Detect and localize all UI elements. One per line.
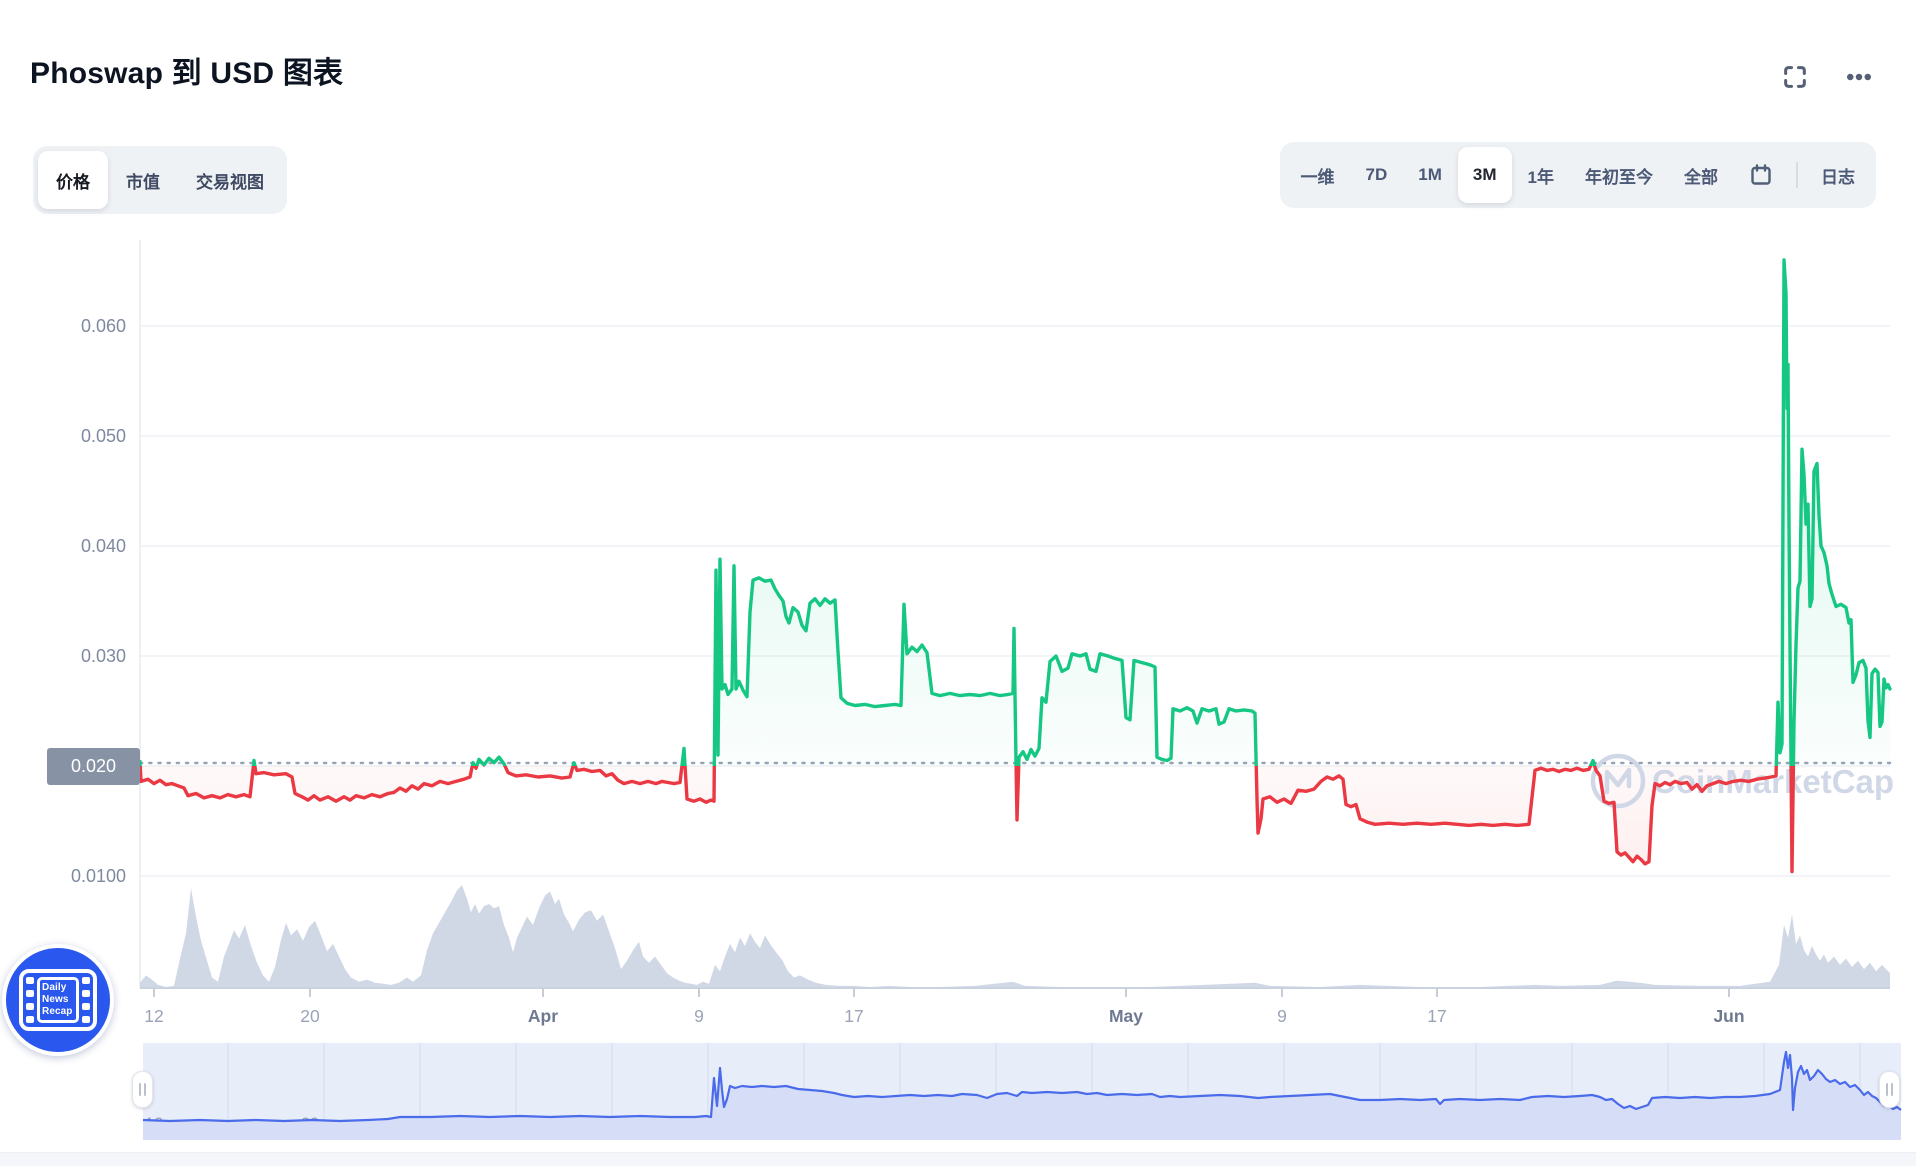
fullscreen-icon xyxy=(1781,63,1809,91)
x-tick-label: 17 xyxy=(844,1006,863,1026)
range-all-button[interactable]: 全部 xyxy=(1669,147,1733,203)
range-ytd-button[interactable]: 年初至今 xyxy=(1570,147,1668,203)
range-1y-button[interactable]: 1年 xyxy=(1513,147,1569,203)
range-1m-button[interactable]: 1M xyxy=(1403,147,1457,203)
navigator-right-handle[interactable] xyxy=(1879,1071,1900,1108)
calendar-button[interactable] xyxy=(1734,147,1788,203)
tab-market-cap[interactable]: 市值 xyxy=(108,151,178,209)
price-chart-widget: 12 20 Apr 9 17 May 9 17 Jun 0.060 0.050 0.040 0.030… xyxy=(0,0,1916,1166)
x-tick-label: 9 xyxy=(1277,1006,1287,1026)
volume-area xyxy=(140,885,1890,988)
film-screen: Daily News Recap xyxy=(37,977,79,1023)
header-actions xyxy=(1774,56,1880,98)
bottom-strip xyxy=(0,1152,1916,1166)
x-tick-label: 17 xyxy=(1427,1006,1446,1026)
tab-tradingview[interactable]: 交易视图 xyxy=(178,151,282,209)
volume-series xyxy=(140,885,1890,988)
more-options-button[interactable] xyxy=(1838,56,1880,98)
film-strip-icon: Daily News Recap xyxy=(19,969,97,1031)
y-tick-label: 0.040 xyxy=(81,536,126,556)
range-divider xyxy=(1796,162,1798,188)
x-tick-label: 20 xyxy=(300,1006,320,1026)
ellipsis-icon xyxy=(1844,62,1874,92)
time-range-bar: 一维 7D 1M 3M 1年 年初至今 全部 日志 xyxy=(1280,142,1876,208)
daily-news-recap-badge[interactable]: Daily News Recap xyxy=(2,944,114,1056)
y-tick-label: 0.0100 xyxy=(71,866,126,886)
navigator-left-handle[interactable] xyxy=(132,1071,153,1108)
y-tick-label: 0.060 xyxy=(81,316,126,336)
y-tick-label: 0.050 xyxy=(81,426,126,446)
x-tick-label: 9 xyxy=(694,1006,704,1026)
page-title: Phoswap 到 USD 图表 xyxy=(30,48,343,92)
news-badge-line: Recap xyxy=(42,1006,76,1018)
navigator[interactable]: 1220Apr917May917Jun xyxy=(143,1043,1901,1140)
chart-axes: 12 20 Apr 9 17 May 9 17 Jun xyxy=(144,988,1744,1026)
calendar-icon xyxy=(1749,163,1773,187)
log-scale-button[interactable]: 日志 xyxy=(1806,147,1870,203)
x-tick-label: 12 xyxy=(144,1006,163,1026)
y-tick-label: 0.030 xyxy=(81,646,126,666)
baseline-price-badge: 0.020 xyxy=(47,748,140,785)
range-7d-button[interactable]: 7D xyxy=(1351,147,1403,203)
news-badge-line: News xyxy=(42,994,76,1006)
chart-type-tabs: 价格 市值 交易视图 xyxy=(33,146,287,214)
news-badge-line: Daily xyxy=(42,982,76,994)
range-1d-button[interactable]: 一维 xyxy=(1286,147,1350,203)
x-tick-label: Jun xyxy=(1713,1006,1744,1026)
fullscreen-button[interactable] xyxy=(1774,56,1816,98)
range-3m-button[interactable]: 3M xyxy=(1458,147,1512,203)
tab-price[interactable]: 价格 xyxy=(38,151,108,209)
chart-grid: 0.060 0.050 0.040 0.030 0.0100 xyxy=(71,240,1890,988)
x-tick-label: Apr xyxy=(528,1006,558,1026)
x-tick-label: May xyxy=(1109,1006,1143,1026)
